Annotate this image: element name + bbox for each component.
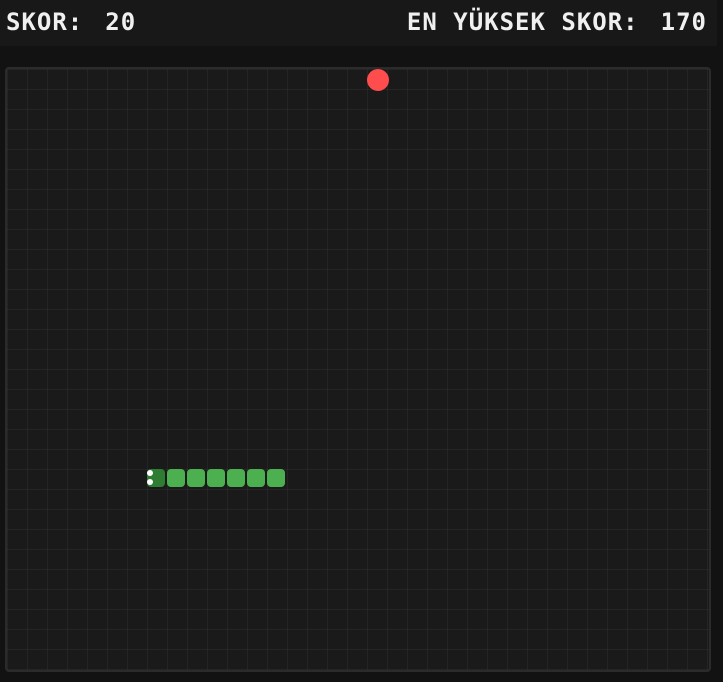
game-board[interactable] — [5, 67, 711, 672]
snake-eye-icon — [147, 479, 153, 485]
current-score: SKOR: 20 — [6, 10, 136, 34]
score-value: 20 — [105, 8, 137, 36]
snake-eye-icon — [147, 470, 153, 476]
score-bar: SKOR: 20 EN YÜKSEK SKOR: 170 — [0, 0, 717, 46]
snake-head — [147, 469, 165, 487]
snake-segment — [247, 469, 265, 487]
score-label: SKOR: — [6, 8, 84, 36]
snake-segment — [267, 469, 285, 487]
high-score: EN YÜKSEK SKOR: 170 — [407, 10, 707, 34]
snake-segment — [187, 469, 205, 487]
snake-segment — [227, 469, 245, 487]
food-item — [367, 69, 389, 91]
snake-segment — [167, 469, 185, 487]
snake-segment — [207, 469, 225, 487]
high-score-value: 170 — [660, 8, 707, 36]
high-score-label: EN YÜKSEK SKOR: — [406, 8, 639, 36]
